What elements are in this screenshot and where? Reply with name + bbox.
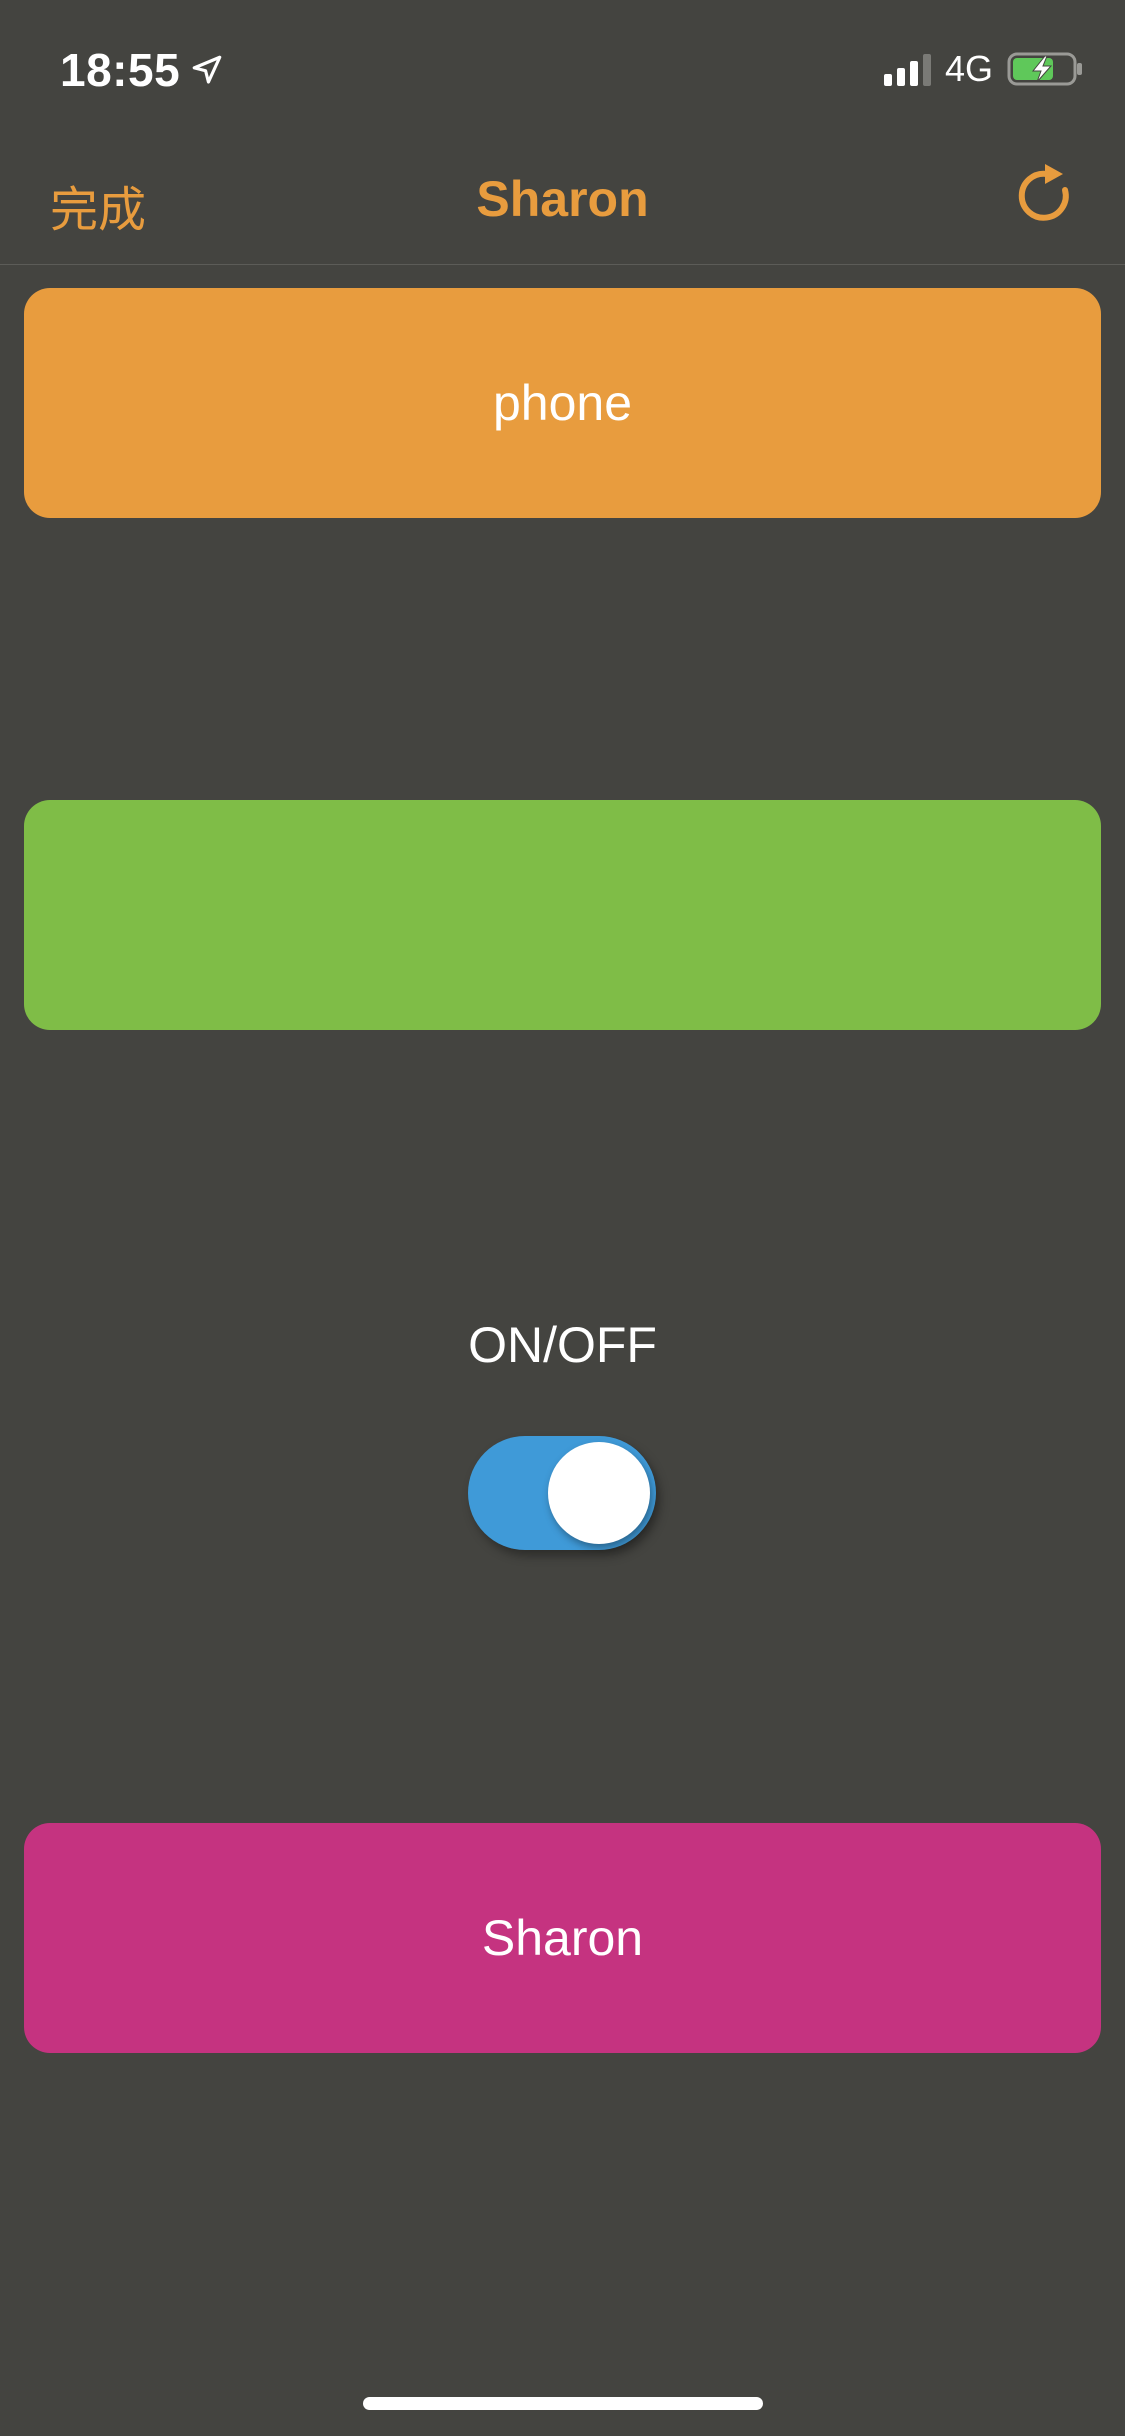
status-indicators: 4G xyxy=(883,44,1085,94)
on-off-label: ON/OFF xyxy=(468,1317,657,1373)
navigation-bar: 完成 Sharon xyxy=(0,132,1125,265)
green-button[interactable] xyxy=(24,800,1101,1030)
status-bar: 18:55 4G xyxy=(0,0,1125,132)
status-time: 18:55 xyxy=(60,44,181,96)
location-arrow-icon xyxy=(192,55,222,84)
sharon-button[interactable]: Sharon xyxy=(24,1823,1101,2053)
home-indicator xyxy=(363,2397,763,2410)
on-off-toggle[interactable] xyxy=(468,1436,656,1550)
phone-button[interactable]: phone xyxy=(24,288,1101,518)
page-title: Sharon xyxy=(476,171,649,227)
status-time-group: 18:55 xyxy=(60,40,224,100)
refresh-icon[interactable] xyxy=(1013,162,1081,230)
network-type-label: 4G xyxy=(944,48,993,89)
toggle-knob xyxy=(548,1442,650,1544)
cellular-signal-icon xyxy=(883,52,931,86)
battery-charging-icon xyxy=(1007,52,1082,86)
